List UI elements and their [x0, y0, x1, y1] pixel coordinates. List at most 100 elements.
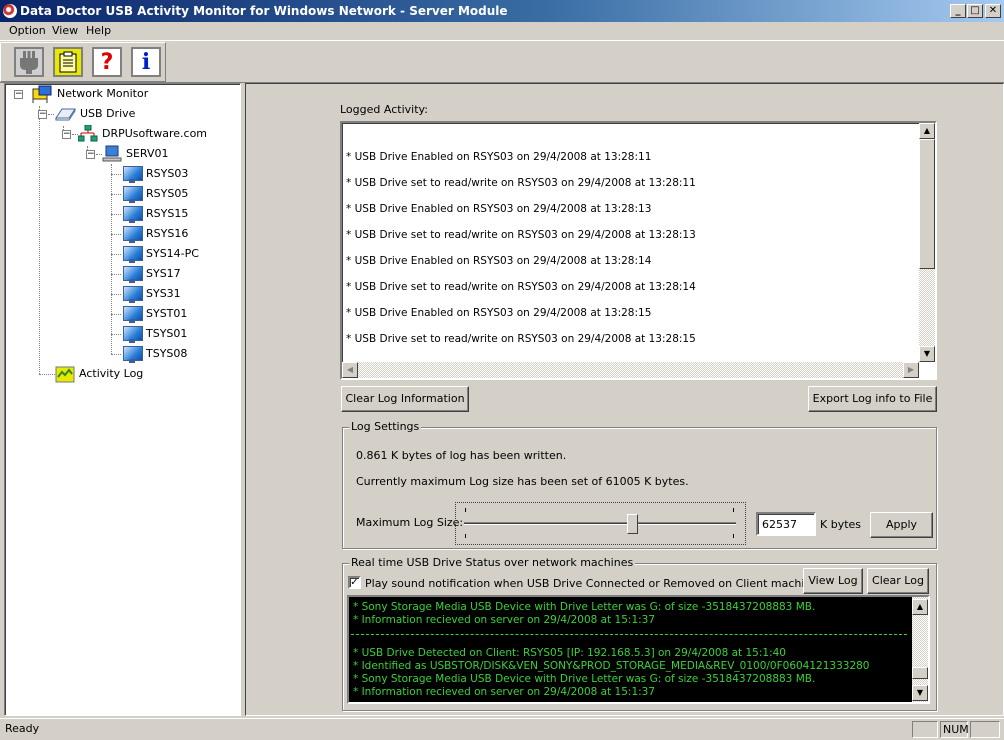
- usb-drive-icon: [55, 108, 76, 121]
- tree-label: RSYS05: [146, 187, 189, 200]
- tree-node-client[interactable]: TSYS01: [122, 325, 187, 343]
- computer-icon: [122, 345, 143, 363]
- apply-button[interactable]: Apply: [870, 512, 933, 538]
- view-log-button[interactable]: View Log: [803, 568, 863, 594]
- clear-log-information-button[interactable]: Clear Log Information: [341, 386, 469, 412]
- tree-node-activity-log[interactable]: Activity Log: [55, 365, 143, 383]
- minimize-button[interactable]: _: [950, 4, 966, 18]
- console-scroll-up-button[interactable]: ▲: [912, 599, 928, 615]
- console-vertical-scrollbar[interactable]: ▲ ▼: [912, 597, 928, 702]
- export-log-button[interactable]: Export Log info to File: [808, 386, 937, 412]
- clipboard-icon: [59, 51, 77, 73]
- tree-node-client[interactable]: RSYS05: [122, 185, 188, 203]
- computer-icon: [122, 245, 143, 263]
- clear-log-button[interactable]: Clear Log: [867, 568, 929, 594]
- tree-label: RSYS03: [146, 167, 189, 180]
- realtime-status-title: Real time USB Drive Status over network …: [349, 556, 636, 569]
- computer-icon: [122, 285, 143, 303]
- tree-node-client[interactable]: TSYS08: [122, 345, 187, 363]
- tree-node-client[interactable]: RSYS15: [122, 205, 188, 223]
- scroll-down-button[interactable]: ▼: [919, 346, 935, 362]
- menu-view[interactable]: View: [52, 24, 78, 37]
- expander-network-monitor[interactable]: −: [14, 90, 23, 99]
- scroll-left-button[interactable]: ◀: [342, 362, 358, 378]
- logged-activity-label: Logged Activity:: [340, 103, 428, 116]
- help-icon: ?: [100, 49, 114, 75]
- tree-node-client[interactable]: SYS17: [122, 265, 181, 283]
- computer-icon: [122, 265, 143, 283]
- console-line: * USB Drive Detected on Client: RSYS05 […: [353, 647, 786, 659]
- scroll-up-button[interactable]: ▲: [919, 123, 935, 139]
- tree-node-client[interactable]: SYS14-PC: [122, 245, 199, 263]
- tree-label: DRPUsoftware.com: [102, 127, 208, 140]
- scroll-thumb[interactable]: [919, 139, 935, 269]
- computer-icon: [122, 165, 143, 183]
- log-written-text: 0.861 K bytes of log has been written.: [356, 449, 567, 462]
- log-entry: * USB Drive set to read/write on RSYS03 …: [346, 333, 696, 345]
- tree-node-domain[interactable]: DRPUsoftware.com: [78, 125, 207, 143]
- realtime-status-console[interactable]: * Sony Storage Media USB Device with Dri…: [347, 595, 930, 704]
- computer-icon: [122, 305, 143, 323]
- tree-node-client[interactable]: RSYS03: [122, 165, 188, 183]
- console-line: * Identified as USBSTOR/DISK&VEN_SONY&PR…: [353, 660, 870, 672]
- activity-log-icon: [55, 366, 75, 382]
- tree-label: USB Drive: [80, 107, 136, 120]
- tree-node-client[interactable]: SYST01: [122, 305, 187, 323]
- help-button[interactable]: ?: [92, 47, 122, 77]
- toolbar: ? i: [0, 42, 166, 82]
- tree-node-network-monitor[interactable]: Network Monitor: [31, 85, 148, 103]
- checkmark-icon: ✓: [350, 577, 359, 588]
- console-scroll-down-button[interactable]: ▼: [912, 685, 928, 701]
- menu-bar: Option View Help: [0, 22, 1004, 41]
- console-separator: [351, 634, 907, 635]
- about-button[interactable]: i: [131, 47, 161, 77]
- console-line: * Information recieved on server on 29/4…: [353, 614, 656, 626]
- console-line: * Information recieved on server on 29/4…: [353, 686, 656, 698]
- slider-thumb[interactable]: [627, 514, 639, 534]
- tree-label: SYS17: [146, 267, 181, 280]
- expander-domain[interactable]: −: [62, 130, 71, 139]
- k-bytes-label: K bytes: [820, 518, 862, 531]
- slider-tick: [733, 534, 734, 538]
- log-vertical-scrollbar[interactable]: ▲ ▼: [919, 123, 935, 362]
- window-title: Data Doctor USB Activity Monitor for Win…: [20, 4, 508, 18]
- domain-icon: [78, 125, 98, 142]
- max-log-size-label: Maximum Log Size:: [356, 516, 464, 529]
- network-tree[interactable]: − Network Monitor − USB Drive − DRPUsoft…: [4, 83, 241, 716]
- console-line: * Sony Storage Media USB Device with Dri…: [353, 601, 816, 613]
- title-bar: Data Doctor USB Activity Monitor for Win…: [0, 0, 1004, 22]
- log-entry: * USB Drive set to read/write on RSYS03 …: [346, 229, 696, 241]
- tree-node-client[interactable]: SYS31: [122, 285, 181, 303]
- log-button[interactable]: [53, 47, 83, 77]
- menu-help[interactable]: Help: [86, 24, 111, 37]
- connect-button[interactable]: [14, 47, 44, 77]
- app-icon: [3, 4, 17, 18]
- tree-label: RSYS15: [146, 207, 189, 220]
- log-entry: * USB Drive set to read/write on RSYS03 …: [346, 281, 696, 293]
- tree-node-server[interactable]: SERV01: [102, 145, 169, 163]
- menu-option[interactable]: Option: [9, 24, 46, 37]
- tree-node-usb-drive[interactable]: USB Drive: [54, 105, 135, 123]
- status-panel-scroll: [970, 721, 1000, 738]
- server-icon: [102, 145, 122, 162]
- computer-icon: [122, 325, 143, 343]
- expander-server[interactable]: −: [86, 150, 95, 159]
- status-bar: Ready NUM: [0, 718, 1004, 740]
- close-button[interactable]: ✕: [985, 4, 1001, 18]
- console-scroll-thumb[interactable]: [912, 667, 928, 679]
- logged-activity-list[interactable]: * USB Drive Enabled on RSYS03 on 29/4/20…: [340, 121, 937, 380]
- maximize-button[interactable]: □: [967, 4, 983, 18]
- slider-tick: [733, 508, 734, 512]
- slider-tick: [465, 508, 466, 512]
- sound-notification-label: Play sound notification when USB Drive C…: [365, 577, 824, 590]
- log-entry: * USB Drive Enabled on RSYS03 on 29/4/20…: [346, 255, 652, 267]
- computer-icon: [122, 185, 143, 203]
- log-horizontal-scrollbar[interactable]: ◀ ▶: [342, 362, 919, 378]
- expander-usb-drive[interactable]: −: [38, 110, 47, 119]
- max-log-size-slider[interactable]: [455, 502, 746, 545]
- tree-label: TSYS08: [146, 347, 188, 360]
- scroll-right-button[interactable]: ▶: [903, 362, 919, 378]
- tree-node-client[interactable]: RSYS16: [122, 225, 188, 243]
- max-log-size-input[interactable]: [756, 512, 816, 536]
- sound-notification-checkbox[interactable]: ✓: [348, 576, 361, 589]
